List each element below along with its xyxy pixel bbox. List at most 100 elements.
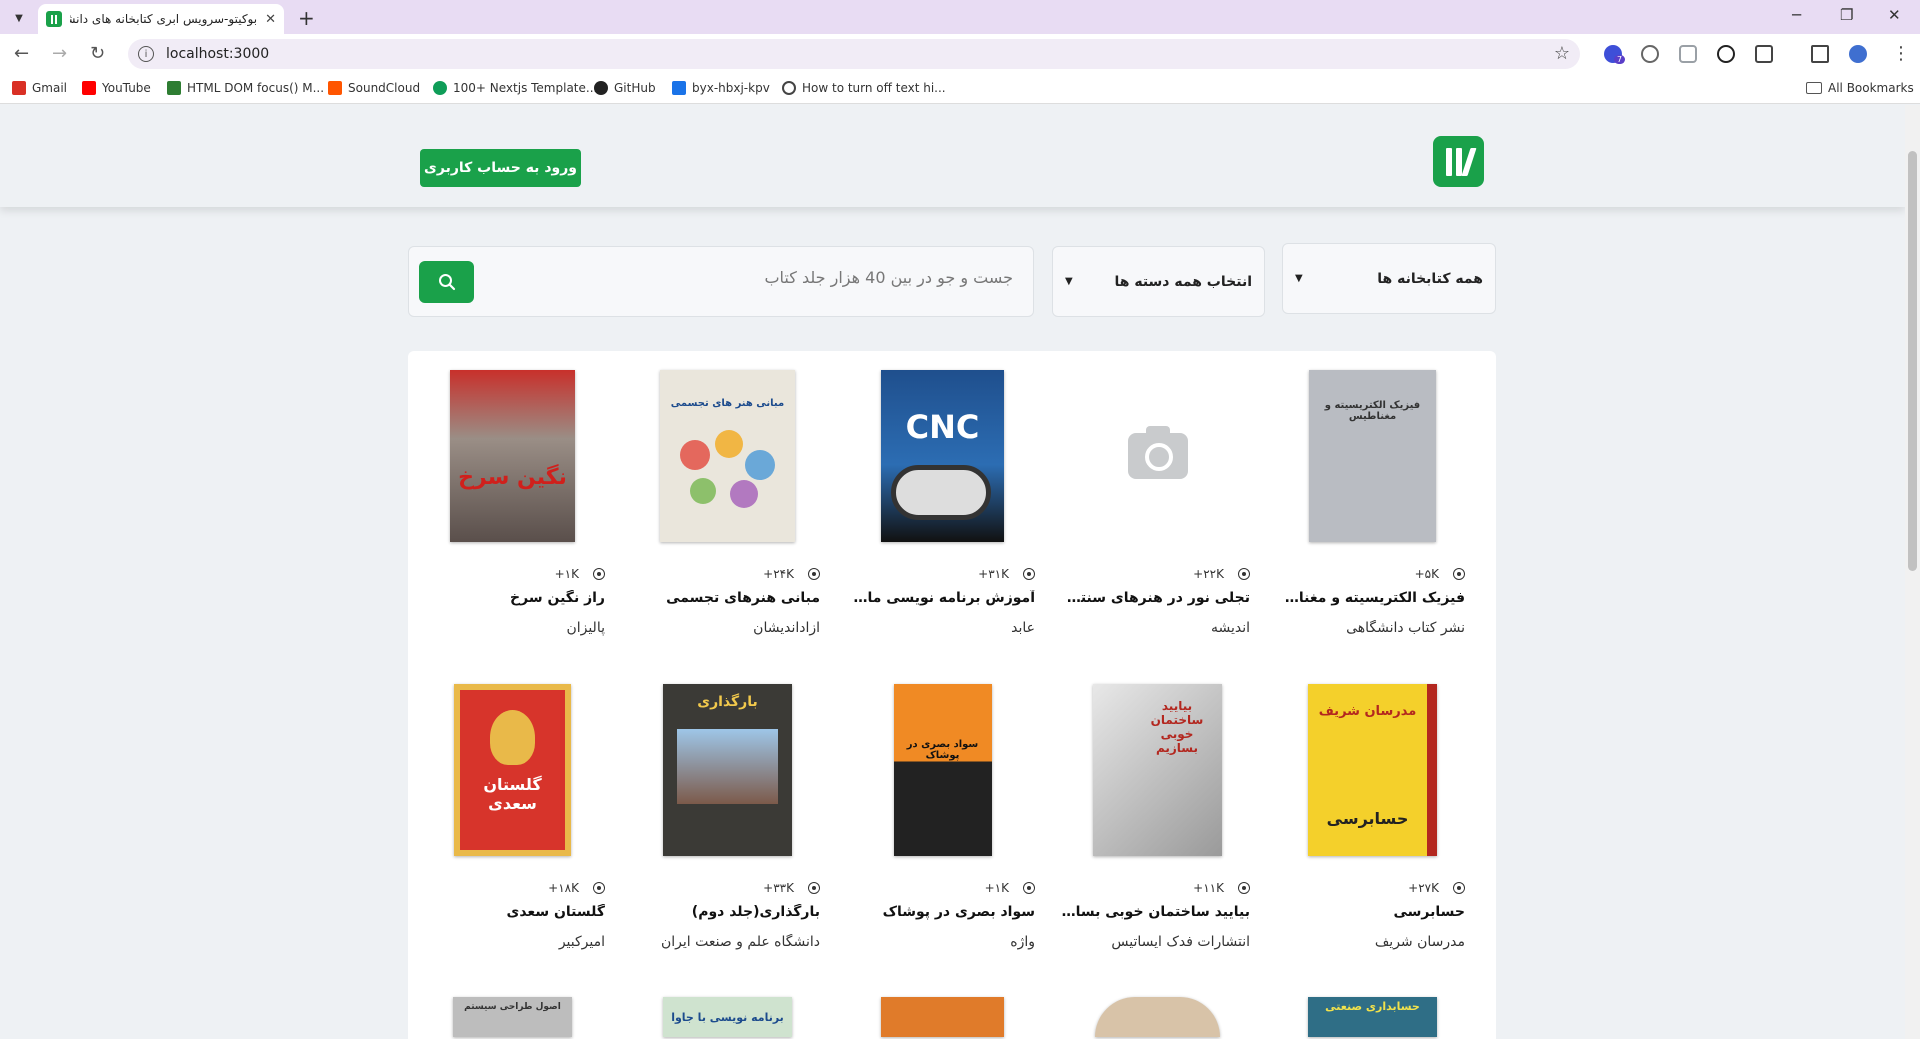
book-cover: مبانی هنر های تجسمی — [660, 369, 795, 542]
book-title[interactable]: فیزیک الکتریسیته و مغناطیس — [1275, 590, 1465, 606]
book-title[interactable]: بارگذاری(جلد دوم) — [630, 904, 820, 920]
chevron-down-icon: ▼ — [1065, 276, 1073, 287]
book-card[interactable]: مبانی هنر های تجسمی ۲۴K+ مبانی هنرهای تج… — [625, 368, 830, 658]
book-title[interactable]: گلستان سعدی — [415, 904, 606, 920]
all-bookmarks-button[interactable]: All Bookmarks — [1806, 81, 1914, 95]
restore-window-icon[interactable]: ❐ — [1840, 6, 1853, 24]
book-cover: بیایید ساختمان خوبی بسازیم — [1093, 683, 1222, 856]
book-card[interactable]: نگین سرخ ۱K+ راز نگین سرخ پالیزان — [410, 368, 615, 658]
book-publisher: نشر کتاب دانشگاهی — [1346, 620, 1465, 636]
cover-text: CNC — [905, 407, 980, 446]
tab-close-icon[interactable]: ✕ — [265, 12, 276, 27]
decor-circle — [730, 479, 758, 508]
book-card[interactable]: حسابداری صنعتی — [1270, 997, 1475, 1037]
view-count: ۱۸K+ — [548, 881, 605, 895]
eye-icon — [1023, 882, 1035, 894]
eye-icon — [1453, 568, 1465, 580]
book-publisher: اندیشه — [1210, 620, 1250, 636]
cover-text: فیزیک الکتریسیته و مغناطیس — [1324, 399, 1421, 422]
book-card[interactable]: بارگذاری ۳۳K+ بارگذاری(جلد دوم) دانشگاه … — [625, 682, 830, 972]
browser-menu-icon[interactable]: ⋮ — [1892, 43, 1910, 64]
page-scrollbar[interactable] — [1905, 105, 1920, 1039]
book-card[interactable]: فیزیک الکتریسیته و مغناطیس ۵K+ فیزیک الک… — [1270, 368, 1475, 658]
book-title[interactable]: بیایید ساختمان خوبی بسازیم — [1060, 904, 1250, 920]
cover-text: مبانی هنر های تجسمی — [670, 397, 785, 409]
book-card[interactable]: CNC ۳۱K+ آموزش برنامه نویسی ماشین های CN… — [840, 368, 1045, 658]
eye-icon — [593, 568, 605, 580]
book-card[interactable]: ۲۲K+ تجلی نور در هنرهای سنتی ایران اندیش… — [1055, 368, 1260, 658]
gmail-icon — [12, 81, 26, 95]
youtube-icon — [82, 81, 96, 95]
search-button[interactable] — [419, 261, 474, 303]
book-cover — [881, 997, 1004, 1037]
new-tab-button[interactable]: + — [298, 6, 315, 30]
github-icon — [594, 81, 608, 95]
bookmark-youtube[interactable]: YouTube — [82, 81, 151, 95]
back-icon[interactable]: ← — [14, 43, 29, 64]
book-card[interactable] — [840, 997, 1045, 1037]
eye-icon — [808, 568, 820, 580]
search-input[interactable] — [493, 268, 1013, 287]
book-title[interactable]: مبانی هنرهای تجسمی — [630, 590, 820, 606]
browser-tab-bar: ▼ بوکیتو-سرویس ابری کتابخانه های دانشگاه… — [0, 0, 1920, 34]
close-window-icon[interactable]: ✕ — [1888, 6, 1901, 24]
book-title[interactable]: تجلی نور در هنرهای سنتی ایران — [1060, 590, 1250, 606]
eye-icon — [1453, 882, 1465, 894]
view-count-value: ۲۷K+ — [1408, 881, 1439, 895]
book-card[interactable]: گلستان سعدی ۱۸K+ گلستان سعدی امیرکبیر — [410, 682, 615, 972]
book-title[interactable]: آموزش برنامه نویسی ماشین های CNC — [845, 590, 1035, 606]
category-select[interactable]: انتخاب همه دسته ها ▼ — [1052, 246, 1265, 317]
bookmark-star-icon[interactable]: ☆ — [1554, 43, 1570, 64]
bookmark-gmail[interactable]: Gmail — [12, 81, 67, 95]
forward-icon[interactable]: → — [52, 43, 67, 64]
book-title[interactable]: سواد بصری در پوشاک — [845, 904, 1035, 920]
bookmark-text-highlight[interactable]: How to turn off text hi... — [782, 81, 946, 95]
book-title[interactable]: حسابرسی — [1275, 904, 1466, 920]
book-cover: بارگذاری — [663, 683, 792, 856]
minimize-window-icon[interactable]: ─ — [1792, 6, 1801, 24]
library-select[interactable]: همه کتابخانه ها ▼ — [1282, 243, 1496, 314]
browser-toolbar: ← → ↻ i localhost:3000 ☆ 7 ⋮ — [0, 34, 1920, 74]
extension-shield-icon[interactable] — [1679, 45, 1697, 63]
cover-text: حسابرسی — [1326, 808, 1409, 828]
site-info-icon[interactable]: i — [138, 46, 154, 62]
bookmark-soundcloud[interactable]: SoundCloud — [328, 81, 420, 95]
cover-text: بارگذاری — [697, 693, 758, 710]
tab-title: بوکیتو-سرویس ابری کتابخانه های دانشگاه — [70, 12, 258, 26]
book-card[interactable]: اصول طراحی سیستم — [410, 997, 615, 1037]
bookmark-github[interactable]: GitHub — [594, 81, 656, 95]
book-card[interactable]: بیایید ساختمان خوبی بسازیم ۱۱K+ بیایید س… — [1055, 682, 1260, 972]
book-publisher: واژه — [1010, 934, 1035, 950]
site-favicon-icon — [46, 11, 62, 27]
book-publisher: امیرکبیر — [558, 934, 605, 950]
bookmark-nextjs-templates[interactable]: 100+ Nextjs Template... — [433, 81, 597, 95]
side-panel-icon[interactable] — [1811, 45, 1829, 63]
book-grid: فیزیک الکتریسیته و مغناطیس ۵K+ فیزیک الک… — [408, 351, 1496, 1039]
decor-circle — [690, 477, 716, 504]
extensions-puzzle-icon[interactable] — [1755, 45, 1773, 63]
book-card[interactable]: مدرسان شریف حسابرسی ۲۷K+ حسابرسی مدرسان … — [1270, 682, 1475, 972]
reload-icon[interactable]: ↻ — [90, 43, 105, 64]
decor-circle — [680, 439, 710, 470]
extension-circle-icon[interactable] — [1641, 45, 1659, 63]
book-cover: گلستان سعدی — [454, 683, 571, 856]
tab-search-button[interactable]: ▼ — [8, 7, 30, 29]
cover-text: اصول طراحی سیستم — [464, 1002, 561, 1012]
library-select-value: همه کتابخانه ها — [1377, 270, 1483, 287]
login-button[interactable]: ورود به حساب کاربری — [420, 149, 581, 187]
browser-tab-active[interactable]: بوکیتو-سرویس ابری کتابخانه های دانشگاه ✕ — [38, 4, 284, 34]
bookmark-meet[interactable]: byx-hbxj-kpv — [672, 81, 770, 95]
book-card[interactable] — [1055, 997, 1260, 1037]
book-card[interactable]: سواد بصری در پوشاک ۱K+ سواد بصری در پوشا… — [840, 682, 1045, 972]
profile-avatar[interactable] — [1849, 45, 1867, 63]
scrollbar-thumb[interactable] — [1908, 151, 1917, 571]
book-title[interactable]: راز نگین سرخ — [415, 590, 605, 606]
address-bar[interactable]: i localhost:3000 ☆ — [128, 39, 1580, 69]
site-logo-icon[interactable] — [1433, 136, 1484, 187]
bookmark-html-dom[interactable]: HTML DOM focus() M... — [167, 81, 324, 95]
view-count: ۱K+ — [555, 567, 605, 581]
book-cover: نگین سرخ — [450, 369, 575, 542]
search-icon — [438, 274, 455, 291]
book-card[interactable]: برنامه نویسی با جاوا — [625, 997, 830, 1037]
extension-check-icon[interactable] — [1717, 45, 1735, 63]
